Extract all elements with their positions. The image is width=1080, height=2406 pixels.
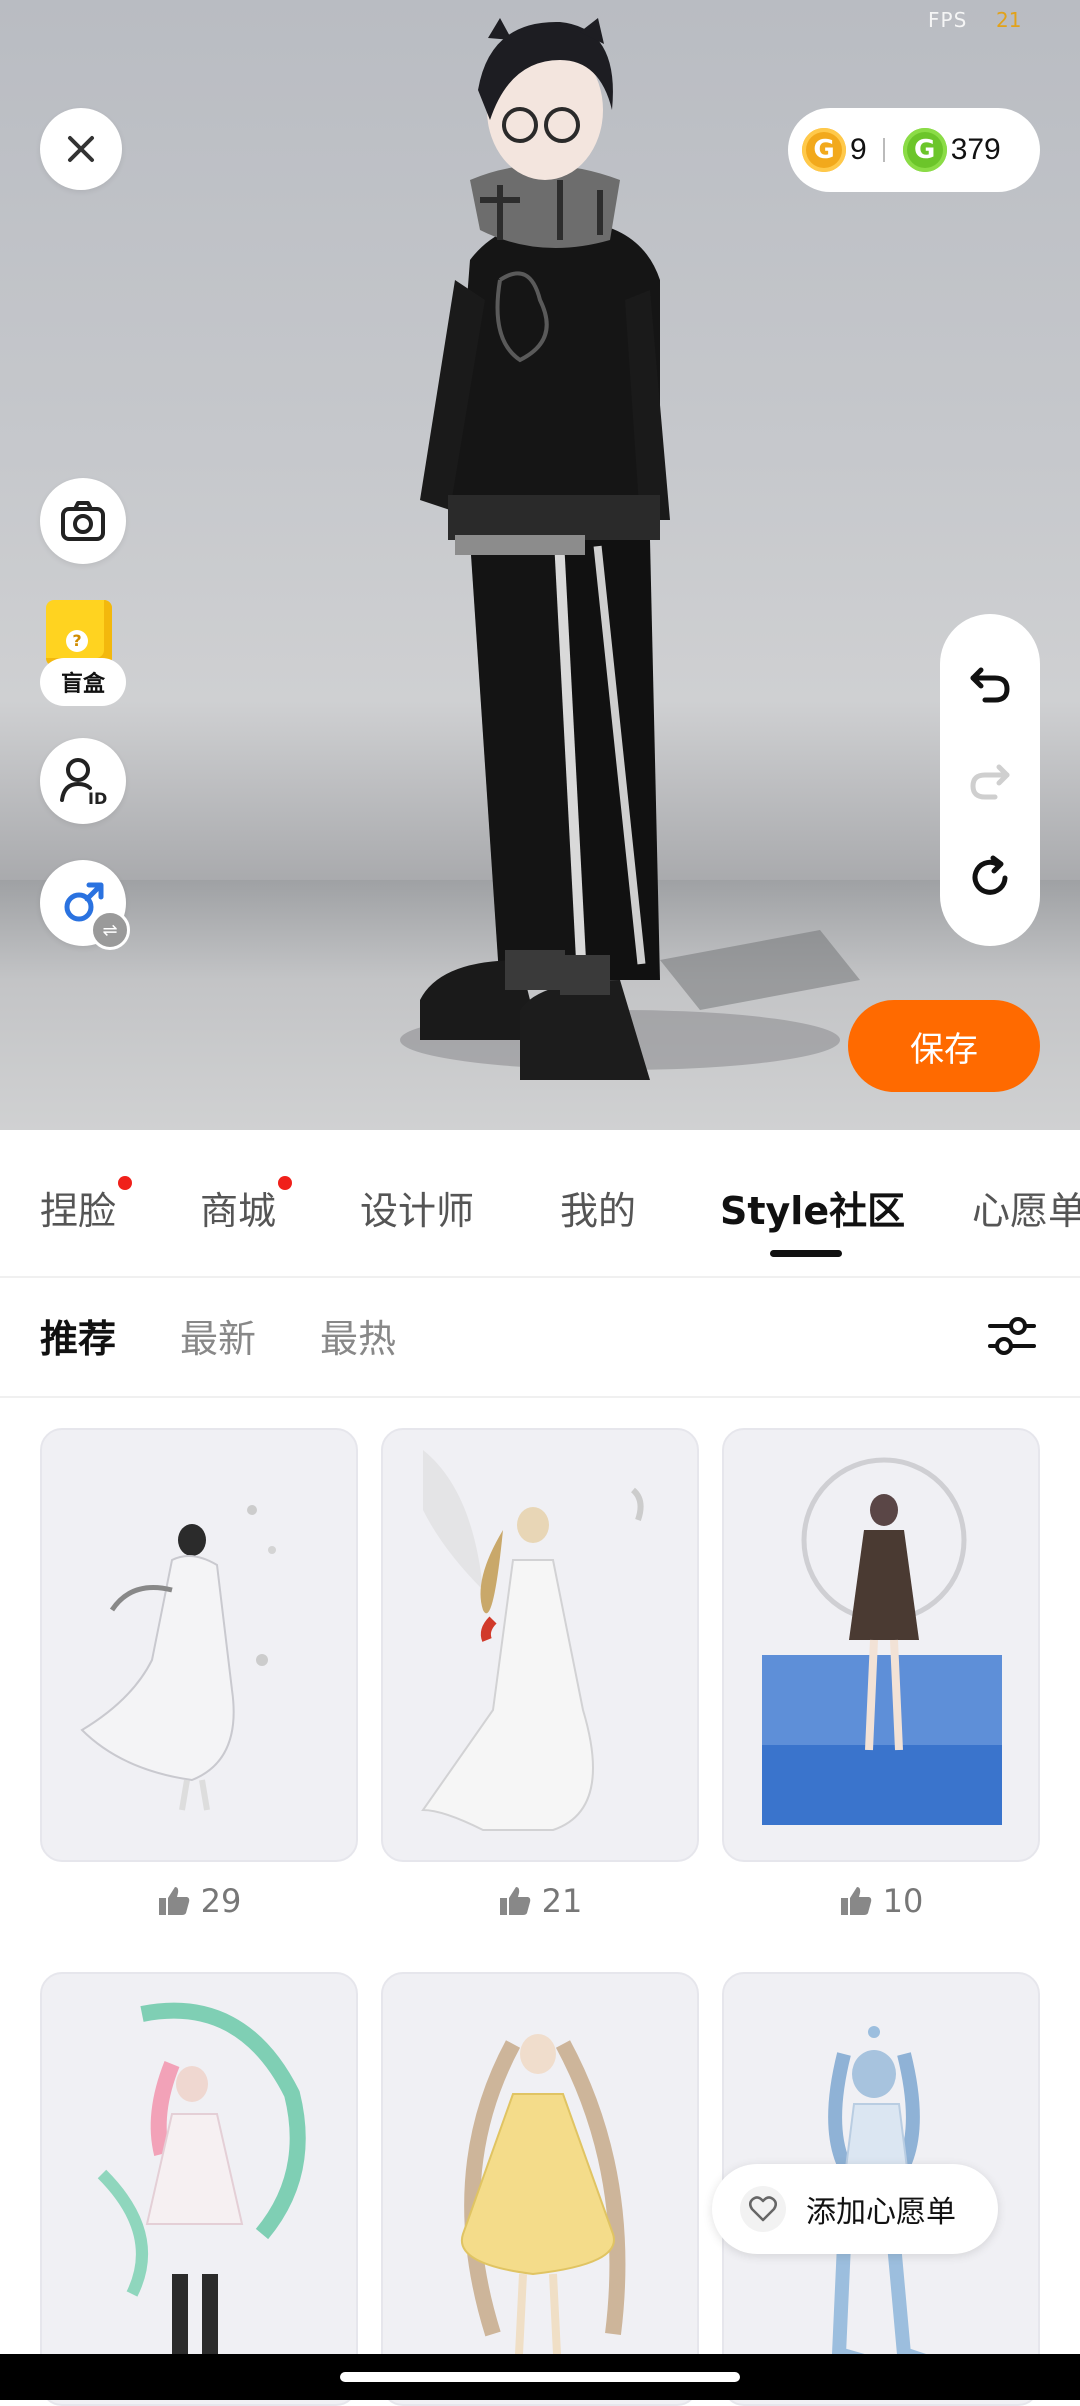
fps-label: FPS (928, 8, 968, 32)
like-count-value: 29 (200, 1882, 242, 1920)
category-tabs: 捏脸 商城 设计师 我的 Style社区 心愿单 (0, 1130, 1080, 1278)
currency-divider (882, 138, 885, 162)
fps-value: 21 (996, 8, 1022, 32)
post-thumbnail (421, 1450, 644, 1831)
close-button[interactable] (40, 108, 122, 190)
person-id-icon: ID (60, 758, 107, 808)
thumbs-up-icon (499, 1887, 530, 1915)
post-thumbnail (97, 2002, 306, 2354)
post-card[interactable] (40, 1428, 358, 1862)
close-icon (68, 136, 94, 162)
home-gesture-handle[interactable] (340, 2372, 740, 2382)
tab-label: 商城 (200, 1189, 277, 1233)
like-count[interactable]: 10 (722, 1882, 1040, 1920)
tab-face[interactable]: 捏脸 (40, 1176, 133, 1235)
filter-icon[interactable] (982, 1306, 1042, 1366)
subtab-hottest[interactable]: 最热 (320, 1308, 396, 1363)
tab-label: 我的 (560, 1189, 637, 1233)
currency-balance[interactable]: G 9 G 379 (788, 108, 1040, 192)
subtab-latest[interactable]: 最新 (180, 1308, 256, 1363)
add-wishlist-button[interactable]: 添加心愿单 (712, 2164, 998, 2254)
save-button[interactable]: 保存 (848, 1000, 1040, 1092)
like-count[interactable]: 29 (40, 1882, 358, 1920)
tab-shop[interactable]: 商城 (200, 1176, 293, 1235)
mystery-question-mark: ? (66, 630, 88, 652)
history-controls (940, 614, 1040, 946)
tab-wishlist[interactable]: 心愿单 (972, 1180, 1080, 1235)
post-card[interactable] (722, 1428, 1040, 1862)
heart-icon (740, 2186, 786, 2232)
camera-button[interactable] (40, 478, 126, 564)
avatar-stage[interactable]: FPS 21 G 9 G 379 ? 盲盒 ID ⇌ 保存 (0, 0, 1080, 1130)
avatar-id-button[interactable]: ID (40, 738, 126, 824)
tab-label: 设计师 (360, 1189, 475, 1233)
tab-mine[interactable]: 我的 (560, 1180, 636, 1235)
tab-label: 心愿单 (972, 1189, 1080, 1233)
notification-dot (278, 1176, 293, 1190)
tab-label: Style社区 (720, 1189, 906, 1233)
gender-switch-button[interactable]: ⇌ (40, 860, 130, 950)
tab-designer[interactable]: 设计师 (360, 1180, 474, 1235)
gold-coin-icon: G (802, 128, 846, 172)
post-card[interactable] (381, 1972, 699, 2406)
thumbs-up-icon (840, 1887, 871, 1915)
redo-icon[interactable] (967, 757, 1013, 803)
post-card[interactable] (381, 1428, 699, 1862)
svg-text:ID: ID (88, 789, 107, 808)
mystery-box-label: 盲盒 (40, 658, 126, 706)
green-coin-icon: G (902, 128, 947, 172)
subtab-recommended[interactable]: 推荐 (40, 1308, 116, 1363)
post-thumbnail (762, 1457, 1002, 1825)
mystery-box-button[interactable]: ? 盲盒 (40, 600, 126, 710)
reset-icon[interactable] (967, 854, 1013, 900)
green-coin-amount: 379 (950, 133, 1001, 166)
post-thumbnail (460, 2034, 626, 2375)
swap-icon: ⇌ (90, 910, 130, 950)
camera-icon (61, 501, 105, 541)
like-count-value: 10 (882, 1882, 924, 1920)
sort-tabs: 推荐 最新 最热 (0, 1278, 1080, 1398)
notification-dot (118, 1176, 133, 1190)
gold-coin-amount: 9 (850, 133, 867, 166)
undo-icon[interactable] (967, 660, 1013, 706)
active-tab-indicator (770, 1250, 842, 1257)
tab-label: 捏脸 (40, 1189, 117, 1233)
tab-style-community[interactable]: Style社区 (720, 1180, 905, 1235)
post-card[interactable] (40, 1972, 358, 2406)
system-navigation-bar (0, 2354, 1080, 2400)
add-wishlist-label: 添加心愿单 (806, 2195, 956, 2230)
thumbs-up-icon (158, 1887, 189, 1915)
like-count-value: 21 (541, 1882, 583, 1920)
mystery-box-icon: ? (46, 600, 112, 666)
post-thumbnail (80, 1505, 276, 1811)
like-count[interactable]: 21 (381, 1882, 699, 1920)
